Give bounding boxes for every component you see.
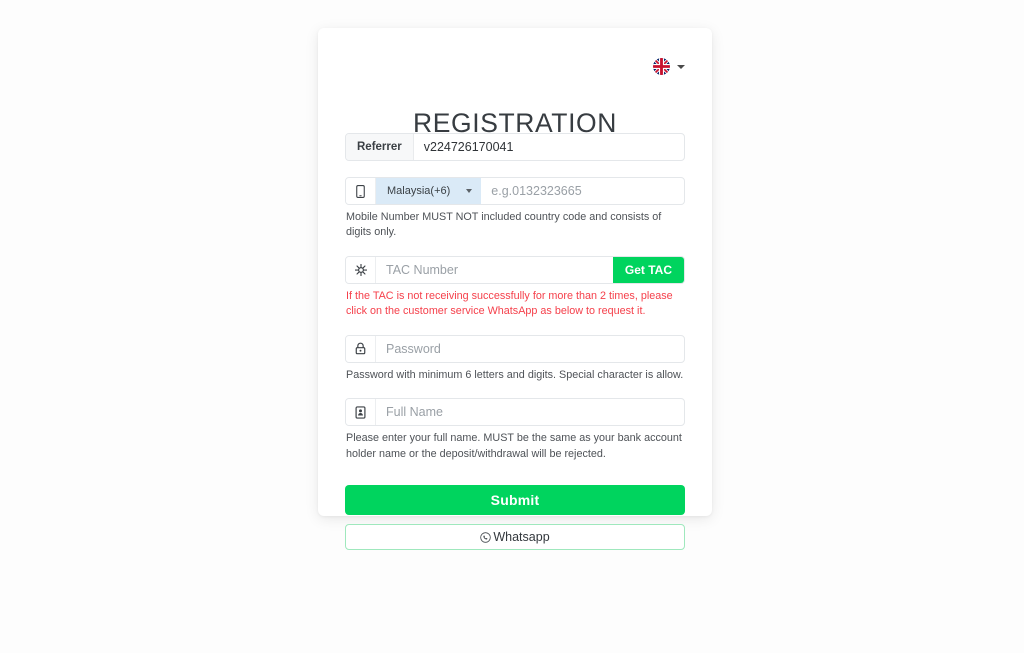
mobile-phone-icon xyxy=(346,178,376,204)
tac-number-input[interactable]: TAC Number xyxy=(376,257,613,283)
fullname-field-group: Full Name Please enter your full name. M… xyxy=(345,398,685,462)
mobile-helper-text: Mobile Number MUST NOT included country … xyxy=(346,211,662,239)
page-background: REGISTRATION Referrer v224726170041 Mala… xyxy=(0,0,1024,653)
whatsapp-button[interactable]: Whatsapp xyxy=(345,524,685,551)
password-input[interactable]: Password xyxy=(376,336,684,362)
registration-card: REGISTRATION Referrer v224726170041 Mala… xyxy=(318,28,712,551)
country-code-select[interactable]: Malaysia(+6) xyxy=(376,178,482,204)
password-field-group: Password Password with minimum 6 letters… xyxy=(345,334,685,383)
password-helper-text: Password with minimum 6 letters and digi… xyxy=(346,368,684,381)
mobile-input-row[interactable]: Malaysia(+6) e.g.0132323665 xyxy=(345,177,685,205)
tac-input-row[interactable]: TAC Number Get TAC xyxy=(345,255,685,284)
tac-field-group: TAC Number Get TAC If the TAC is not rec… xyxy=(345,255,685,320)
id-card-icon xyxy=(346,399,376,426)
chevron-down-icon xyxy=(677,64,685,69)
submit-button[interactable]: Submit xyxy=(345,485,685,516)
country-code-label: Malaysia(+6) xyxy=(387,185,451,197)
referrer-value[interactable]: v224726170041 xyxy=(414,134,684,160)
registration-form: Referrer v224726170041 Malaysia(+6) e.g.… xyxy=(345,133,685,551)
whatsapp-label: Whatsapp xyxy=(493,530,550,545)
tac-key-icon xyxy=(346,256,376,283)
mobile-number-input[interactable]: e.g.0132323665 xyxy=(481,178,684,204)
language-selector[interactable] xyxy=(653,58,685,75)
get-tac-button[interactable]: Get TAC xyxy=(612,256,684,283)
referrer-field-group: Referrer v224726170041 xyxy=(345,133,685,161)
tac-warning-text: If the TAC is not receiving successfully… xyxy=(346,289,673,318)
uk-flag-icon xyxy=(653,58,670,75)
whatsapp-icon xyxy=(480,531,492,543)
mobile-field-group: Malaysia(+6) e.g.0132323665 Mobile Numbe… xyxy=(345,177,685,241)
fullname-input[interactable]: Full Name xyxy=(376,399,684,425)
lock-icon xyxy=(346,335,376,362)
chevron-down-icon xyxy=(466,189,473,193)
fullname-input-row[interactable]: Full Name xyxy=(345,398,685,427)
fullname-helper-text: Please enter your full name. MUST be the… xyxy=(346,432,682,460)
password-input-row[interactable]: Password xyxy=(345,334,685,363)
referrer-label: Referrer xyxy=(346,134,414,160)
referrer-input-row[interactable]: Referrer v224726170041 xyxy=(345,133,685,161)
